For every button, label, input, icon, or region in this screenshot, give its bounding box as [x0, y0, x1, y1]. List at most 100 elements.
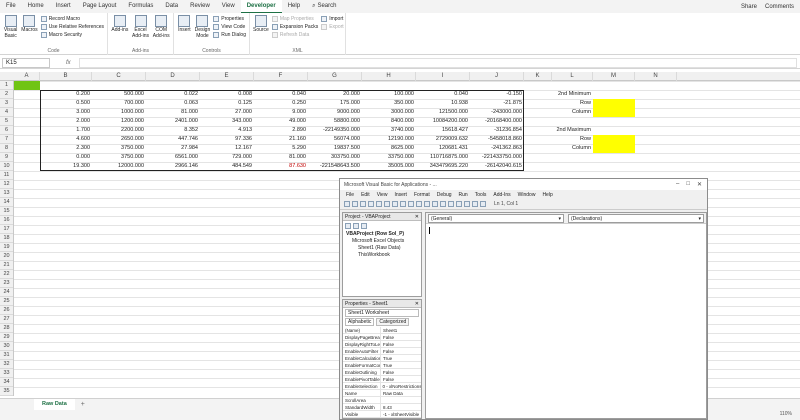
property-value[interactable]: [381, 397, 383, 403]
property-value[interactable]: 8.43: [381, 404, 392, 410]
minimize-icon[interactable]: –: [676, 181, 679, 188]
table-cell[interactable]: 56074.000: [308, 135, 362, 144]
property-value[interactable]: False: [381, 334, 394, 340]
table-cell[interactable]: 15618.427: [416, 126, 470, 135]
import-button[interactable]: Import: [321, 16, 343, 22]
row-header-20[interactable]: 20: [0, 252, 13, 261]
property-row[interactable]: DisplayPageBreak False: [343, 334, 421, 341]
cut-icon[interactable]: [368, 201, 374, 207]
row-header-30[interactable]: 30: [0, 342, 13, 351]
table-cell[interactable]: 2.000: [40, 117, 92, 126]
maximize-icon[interactable]: □: [686, 181, 690, 188]
table-cell[interactable]: 110716875.000: [416, 153, 470, 162]
tab-formulas[interactable]: Formulas: [122, 0, 159, 13]
column-header-m[interactable]: M: [593, 72, 635, 81]
table-cell[interactable]: 484.549: [200, 162, 254, 171]
row-header-7[interactable]: 7: [0, 135, 13, 144]
table-cell[interactable]: 343.000: [200, 117, 254, 126]
vba-menu-insert[interactable]: Insert: [394, 192, 407, 198]
insert-module-icon[interactable]: [352, 201, 358, 207]
table-cell[interactable]: -26142040.615: [470, 162, 524, 171]
property-row[interactable]: StandardWidth 8.43: [343, 404, 421, 411]
tab-insert[interactable]: Insert: [50, 0, 77, 13]
table-cell[interactable]: 19.300: [40, 162, 92, 171]
table-cell[interactable]: 2729009.632: [416, 135, 470, 144]
table-cell[interactable]: 3.000: [40, 108, 92, 117]
view-object-icon[interactable]: [353, 223, 359, 229]
properties-window-icon[interactable]: [456, 201, 462, 207]
property-row[interactable]: EnableFormatCon True: [343, 362, 421, 369]
result-cell-m4[interactable]: [593, 108, 635, 117]
table-cell[interactable]: 0.022: [146, 90, 200, 99]
table-cell[interactable]: 1.700: [40, 126, 92, 135]
record-macro-button[interactable]: Record Macro: [40, 16, 104, 22]
row-header-28[interactable]: 28: [0, 324, 13, 333]
column-header-j[interactable]: J: [470, 72, 524, 81]
toolbox-icon[interactable]: [472, 201, 478, 207]
row-header-11[interactable]: 11: [0, 171, 13, 180]
row-header-17[interactable]: 17: [0, 225, 13, 234]
row-header-27[interactable]: 27: [0, 315, 13, 324]
row-header-6[interactable]: 6: [0, 126, 13, 135]
result-cell-m7[interactable]: [593, 135, 635, 144]
row-header-10[interactable]: 10: [0, 162, 13, 171]
row-header-4[interactable]: 4: [0, 108, 13, 117]
toggle-folders-icon[interactable]: [361, 223, 367, 229]
table-cell[interactable]: -221548643.500: [308, 162, 362, 171]
tab-data[interactable]: Data: [159, 0, 184, 13]
table-cell[interactable]: 81.000: [146, 108, 200, 117]
table-cell[interactable]: 4.913: [200, 126, 254, 135]
table-cell[interactable]: 9.000: [254, 108, 308, 117]
row-header-29[interactable]: 29: [0, 333, 13, 342]
vba-menu-format[interactable]: Format: [414, 192, 430, 198]
table-cell[interactable]: 49.000: [254, 117, 308, 126]
properties-button[interactable]: Properties: [213, 16, 246, 22]
table-cell[interactable]: 0.008: [200, 90, 254, 99]
table-cell[interactable]: 700.000: [92, 99, 146, 108]
table-cell[interactable]: 0.250: [254, 99, 308, 108]
table-cell[interactable]: 3750.000: [92, 153, 146, 162]
property-row[interactable]: EnableOutlining False: [343, 369, 421, 376]
table-cell[interactable]: 120681.431: [416, 144, 470, 153]
row-header-22[interactable]: 22: [0, 270, 13, 279]
table-cell[interactable]: 8400.000: [362, 117, 416, 126]
column-header-a[interactable]: A: [14, 72, 40, 81]
table-cell[interactable]: -221433750.000: [470, 153, 524, 162]
table-cell[interactable]: 303750.000: [308, 153, 362, 162]
table-cell[interactable]: -5458018.860: [470, 135, 524, 144]
table-cell[interactable]: 27.000: [200, 108, 254, 117]
row-header-12[interactable]: 12: [0, 180, 13, 189]
macro-security-button[interactable]: Macro Security: [40, 32, 104, 38]
cell-a1[interactable]: [14, 81, 40, 90]
row-header-9[interactable]: 9: [0, 153, 13, 162]
property-row[interactable]: Visible -1 - xlSheetVisible: [343, 411, 421, 418]
share-button[interactable]: Share: [741, 4, 757, 10]
vba-menu-addins[interactable]: Add-Ins: [493, 192, 510, 198]
table-cell[interactable]: 350.000: [362, 99, 416, 108]
table-cell[interactable]: 3740.000: [362, 126, 416, 135]
table-cell[interactable]: 3000.000: [362, 108, 416, 117]
tab-help[interactable]: Help: [282, 0, 306, 13]
column-header-c[interactable]: C: [92, 72, 146, 81]
run-dialog-button[interactable]: Run Dialog: [213, 32, 246, 38]
row-header-35[interactable]: 35: [0, 387, 13, 396]
row-header-15[interactable]: 15: [0, 207, 13, 216]
formula-input[interactable]: [78, 57, 797, 68]
row-header-5[interactable]: 5: [0, 117, 13, 126]
row-header-3[interactable]: 3: [0, 99, 13, 108]
tab-page-layout[interactable]: Page Layout: [77, 0, 123, 13]
procedure-dropdown[interactable]: (Declarations): [568, 214, 704, 223]
row-header-14[interactable]: 14: [0, 198, 13, 207]
tab-categorized[interactable]: Categorized: [376, 318, 410, 326]
tab-home[interactable]: Home: [22, 0, 50, 13]
table-cell[interactable]: 9000.000: [308, 108, 362, 117]
column-header-k[interactable]: K: [524, 72, 552, 81]
table-cell[interactable]: 12190.000: [362, 135, 416, 144]
run-icon[interactable]: [416, 201, 422, 207]
row-header-23[interactable]: 23: [0, 279, 13, 288]
stop-icon[interactable]: [432, 201, 438, 207]
object-browser-icon[interactable]: [464, 201, 470, 207]
table-cell[interactable]: 2966.146: [146, 162, 200, 171]
pause-icon[interactable]: [424, 201, 430, 207]
tree-item-project[interactable]: VBAProject (Row Sol_P): [343, 231, 421, 238]
